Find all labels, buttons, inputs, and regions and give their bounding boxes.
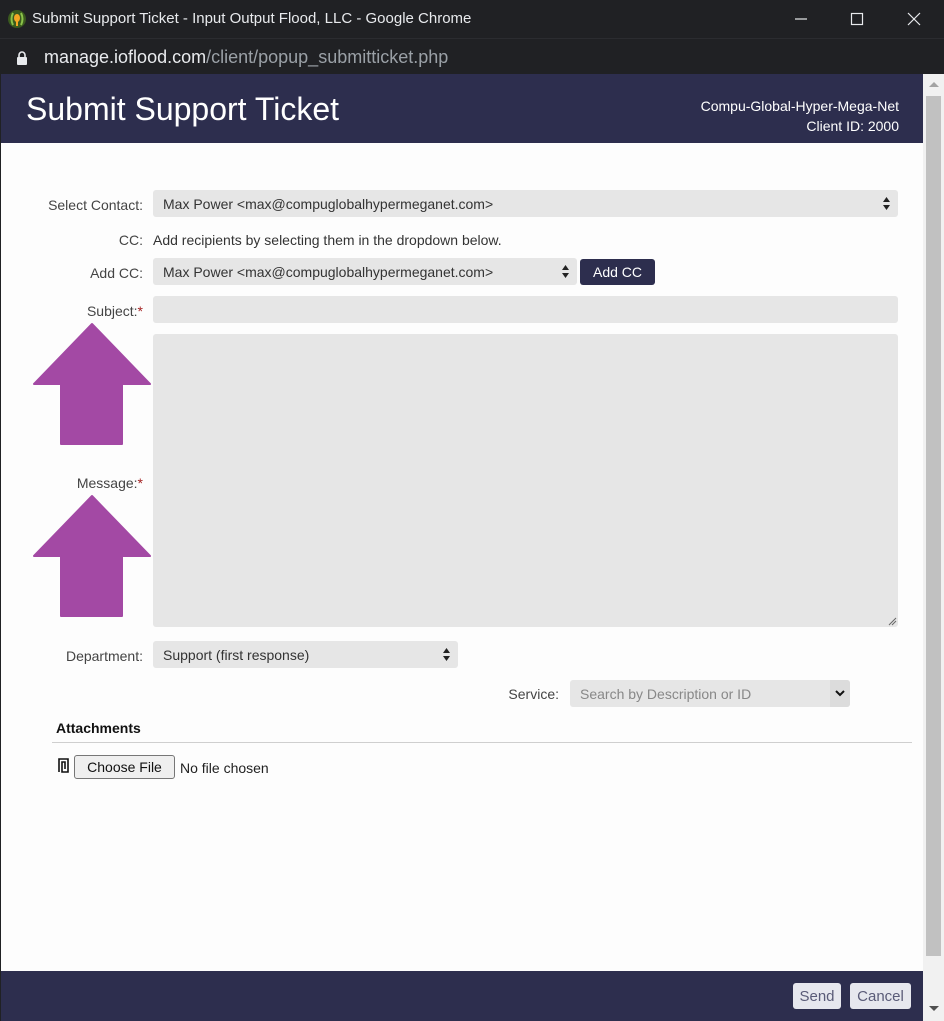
select-contact-dropdown[interactable]: Max Power <max@compuglobalhypermeganet.c… (153, 190, 898, 217)
service-placeholder: Search by Description or ID (580, 686, 752, 702)
subject-input[interactable] (153, 296, 898, 323)
resize-handle-icon[interactable] (887, 616, 897, 626)
add-cc-label: Add CC: (90, 265, 143, 281)
subject-label: Subject:* (21, 303, 143, 319)
required-mark: * (137, 475, 143, 491)
message-textarea[interactable] (153, 334, 898, 627)
cancel-button[interactable]: Cancel (850, 983, 911, 1009)
url-text[interactable]: manage.ioflood.com/client/popup_submitti… (44, 47, 448, 68)
maximize-button[interactable] (834, 6, 880, 32)
window-title: Submit Support Ticket - Input Output Flo… (32, 10, 472, 27)
service-dropdown-toggle[interactable] (830, 680, 850, 707)
service-search-dropdown[interactable]: Search by Description or ID (570, 680, 850, 707)
attachments-title: Attachments (56, 720, 141, 736)
select-arrows-icon (883, 197, 890, 210)
browser-window: Submit Support Ticket - Input Output Flo… (0, 0, 944, 1021)
org-name: Compu-Global-Hyper-Mega-Net (700, 98, 899, 114)
file-status: No file chosen (180, 760, 269, 776)
subject-label-text: Subject: (86, 303, 138, 319)
cc-note: Add recipients by selecting them in the … (153, 232, 502, 248)
add-cc-dropdown[interactable]: Max Power <max@compuglobalhypermeganet.c… (153, 258, 577, 285)
maximize-icon (850, 12, 864, 26)
message-label: Message:* (21, 475, 143, 491)
department-value: Support (first response) (163, 647, 310, 663)
title-bar: Submit Support Ticket - Input Output Flo… (0, 0, 944, 38)
vertical-scrollbar[interactable] (923, 74, 944, 1021)
scroll-down-arrow-icon[interactable] (929, 1006, 939, 1011)
required-mark: * (137, 303, 143, 319)
cc-label: CC: (118, 232, 143, 248)
select-arrows-icon (562, 265, 569, 278)
client-id: Client ID: 2000 (806, 118, 899, 134)
choose-file-button[interactable]: Choose File (74, 755, 175, 779)
minimize-icon (795, 18, 807, 20)
url-host: manage.ioflood.com (44, 47, 207, 67)
footer-bar: Send Cancel (1, 971, 923, 1021)
annotation-arrow-up-icon (33, 495, 151, 617)
select-contact-label: Select Contact: (48, 197, 143, 213)
lock-icon (17, 51, 27, 65)
annotation-arrow-up-icon (33, 323, 151, 445)
page-content: Submit Support Ticket Compu-Global-Hyper… (1, 74, 923, 1021)
page-header: Submit Support Ticket Compu-Global-Hyper… (1, 74, 923, 143)
select-arrows-icon (443, 648, 450, 661)
chevron-down-icon (835, 690, 845, 697)
ioflood-favicon-icon (8, 10, 26, 28)
service-label: Service: (508, 686, 559, 702)
close-icon (907, 12, 921, 26)
scroll-up-arrow-icon[interactable] (929, 82, 939, 87)
department-dropdown[interactable]: Support (first response) (153, 641, 458, 668)
minimize-button[interactable] (778, 6, 824, 32)
client-info: Compu-Global-Hyper-Mega-Net Client ID: 2… (701, 96, 899, 136)
address-bar[interactable]: manage.ioflood.com/client/popup_submitti… (0, 38, 944, 74)
add-cc-value: Max Power <max@compuglobalhypermeganet.c… (163, 264, 494, 280)
attachments-divider (52, 742, 912, 743)
select-contact-value: Max Power <max@compuglobalhypermeganet.c… (163, 196, 494, 212)
department-label: Department: (65, 648, 143, 664)
add-cc-button[interactable]: Add CC (580, 259, 655, 285)
page-title: Submit Support Ticket (26, 91, 340, 127)
url-path: /client/popup_submitticket.php (206, 47, 449, 67)
message-label-text: Message: (76, 475, 138, 491)
send-button[interactable]: Send (793, 983, 841, 1009)
close-button[interactable] (891, 6, 937, 32)
scrollbar-thumb[interactable] (926, 96, 941, 956)
paperclip-icon (58, 758, 69, 773)
